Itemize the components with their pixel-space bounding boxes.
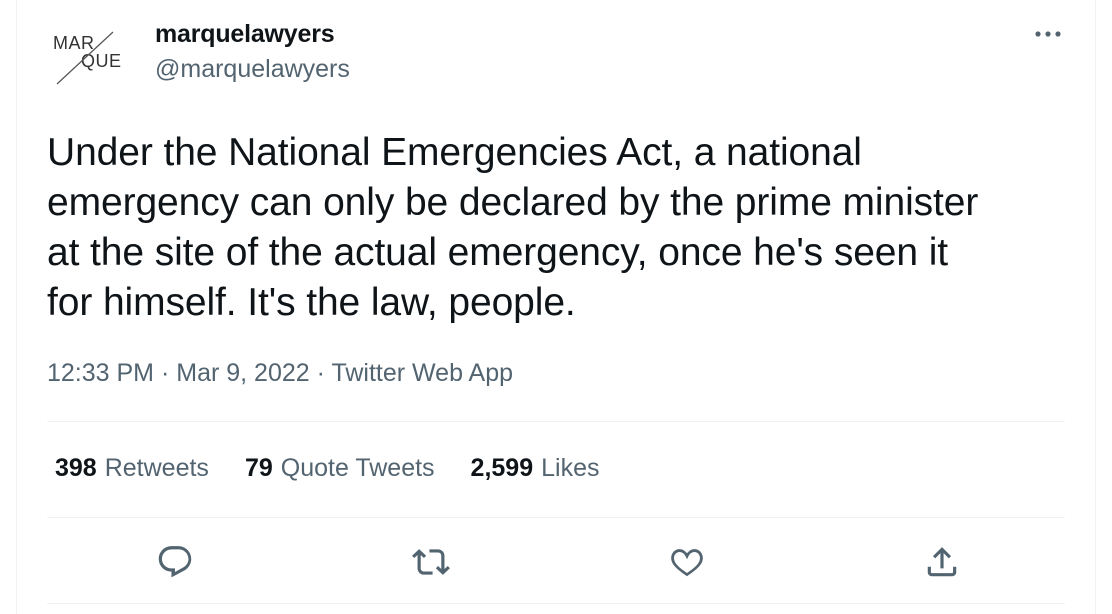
avatar-text-bottom: QUE bbox=[81, 51, 122, 71]
share-upload-icon bbox=[927, 547, 957, 577]
divider bbox=[47, 517, 1065, 518]
heart-icon bbox=[671, 549, 703, 577]
tweet-actions bbox=[17, 540, 1097, 584]
more-horizontal-icon bbox=[1035, 31, 1061, 37]
reply-button[interactable] bbox=[153, 540, 197, 584]
avatar-text-top: MAR bbox=[53, 33, 95, 53]
share-button[interactable] bbox=[920, 540, 964, 584]
quote-tweets-count: 79 bbox=[244, 454, 273, 482]
author-display-name[interactable]: marquelawyers bbox=[155, 20, 335, 49]
divider bbox=[47, 603, 1065, 604]
retweet-button[interactable] bbox=[409, 540, 453, 584]
retweets-count: 398 bbox=[55, 454, 97, 482]
more-options-button[interactable] bbox=[1031, 22, 1065, 46]
meta-separator: · bbox=[160, 359, 170, 387]
author-handle[interactable]: @marquelawyers bbox=[155, 55, 350, 84]
quote-tweets-stat[interactable]: 79 Quote Tweets bbox=[245, 454, 435, 483]
retweet-arrows-icon bbox=[412, 549, 450, 575]
retweets-label: Retweets bbox=[104, 454, 209, 482]
tweet-card: MAR QUE marquelawyers @marquelawyers Und… bbox=[16, 0, 1096, 614]
tweet-stats: 398 Retweets 79 Quote Tweets 2,599 Likes bbox=[55, 454, 599, 483]
tweet-date[interactable]: Mar 9, 2022 bbox=[176, 359, 309, 387]
likes-label: Likes bbox=[541, 454, 600, 482]
reply-bubble-icon bbox=[158, 546, 192, 578]
retweets-stat[interactable]: 398 Retweets bbox=[55, 454, 209, 483]
meta-separator: · bbox=[316, 359, 325, 387]
marque-logo-icon: MAR QUE bbox=[53, 31, 122, 85]
tweet-meta: 12:33 PM · Mar 9, 2022 · Twitter Web App bbox=[47, 359, 513, 388]
likes-stat[interactable]: 2,599 Likes bbox=[471, 454, 600, 483]
quote-tweets-label: Quote Tweets bbox=[280, 454, 435, 482]
likes-count: 2,599 bbox=[470, 454, 534, 482]
tweet-source[interactable]: Twitter Web App bbox=[331, 359, 513, 387]
avatar[interactable]: MAR QUE bbox=[51, 18, 147, 90]
divider bbox=[47, 421, 1065, 422]
tweet-text: Under the National Emergencies Act, a na… bbox=[47, 131, 979, 324]
like-button[interactable] bbox=[665, 540, 709, 584]
tweet-time[interactable]: 12:33 PM bbox=[47, 359, 154, 387]
